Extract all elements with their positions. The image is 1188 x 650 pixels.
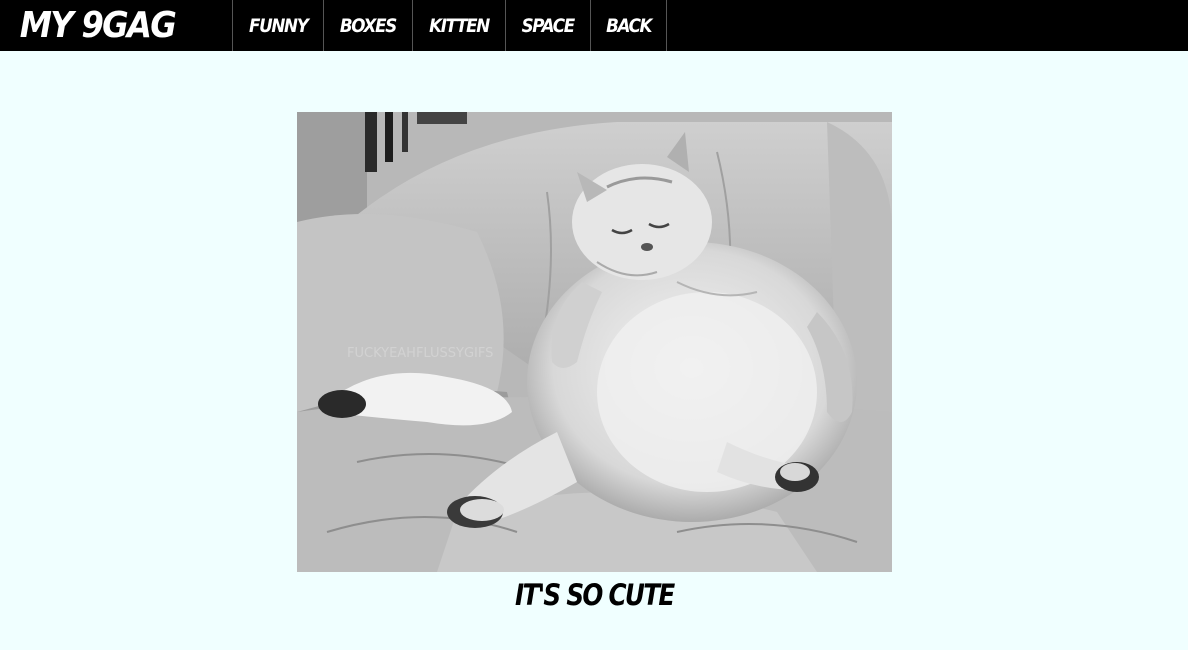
nav-item-funny[interactable]: FUNNY [233,0,325,51]
nav-item-boxes[interactable]: BOXES [324,0,414,51]
post-caption: IT'S SO CUTE [297,578,892,612]
fat-cat-photo: FUCKYEAHFLUSSYGIFS [297,112,892,572]
nav-item-label: FUNNY [248,14,309,37]
top-navbar: MY 9GAG FUNNY BOXES KITTEN SPACE BACK [0,0,1188,51]
nav-item-kitten[interactable]: KITTEN [413,0,507,51]
site-logo[interactable]: MY 9GAG [0,0,209,51]
image-watermark: FUCKYEAHFLUSSYGIFS [347,346,493,361]
caption-text: IT'S SO CUTE [515,578,675,612]
nav-item-label: BACK [605,14,652,37]
nav-item-label: BOXES [340,14,397,37]
nav-item-space[interactable]: SPACE [506,0,591,51]
main-nav: FUNNY BOXES KITTEN SPACE BACK [232,0,667,51]
post-content: FUCKYEAHFLUSSYGIFS IT'S SO CUTE [297,112,892,612]
nav-item-label: KITTEN [429,14,490,37]
nav-item-label: SPACE [521,14,576,37]
nav-item-back[interactable]: BACK [591,0,667,51]
